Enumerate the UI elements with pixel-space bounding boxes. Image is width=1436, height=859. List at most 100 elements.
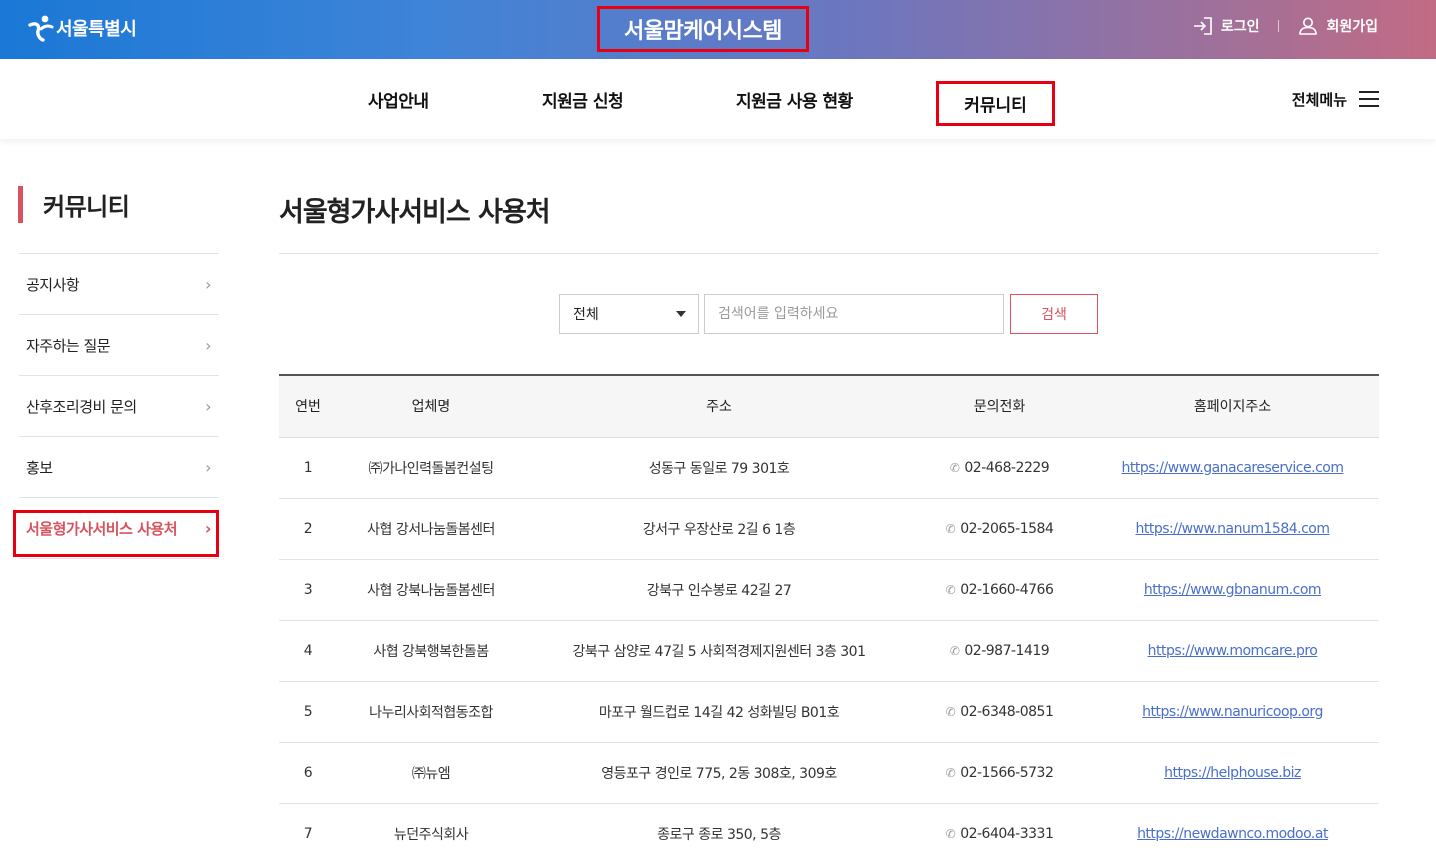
cell-phone: ✆ 02-468-2229 xyxy=(913,437,1086,499)
top-banner: 서울특별시 서울맘케어시스템 로그인 회원가입 xyxy=(0,0,1436,59)
cell-phone: ✆ 02-6348-0851 xyxy=(913,681,1086,743)
cell-homepage: https://www.gbnanum.com xyxy=(1086,559,1379,621)
cell-address: 강북구 인수봉로 42길 27 xyxy=(525,559,913,621)
cell-phone: ✆ 02-1566-5732 xyxy=(913,742,1086,804)
active-item-highlight xyxy=(13,510,219,557)
table-row: 6 ㈜뉴엠 영등포구 경인로 775, 2동 308호, 309호 ✆ 02-15… xyxy=(279,742,1379,804)
phone-number: 02-6348-0851 xyxy=(960,703,1054,720)
homepage-link[interactable]: https://www.gbnanum.com xyxy=(1144,582,1322,598)
gnb-item-community[interactable]: 커뮤니티 xyxy=(936,81,1055,126)
search-input[interactable] xyxy=(704,294,1004,334)
homepage-link[interactable]: https://www.momcare.pro xyxy=(1148,643,1318,659)
cell-name: 뉴던주식회사 xyxy=(337,803,525,859)
side-item-faq[interactable]: 자주하는 질문 › xyxy=(19,315,219,376)
cell-name: 사협 강북나눔돌봄센터 xyxy=(337,559,525,621)
system-title[interactable]: 서울맘케어시스템 xyxy=(597,6,809,52)
column-header-address: 주소 xyxy=(525,375,913,438)
all-menu-button[interactable]: 전체메뉴 xyxy=(1292,59,1379,139)
side-item-promotion[interactable]: 홍보 › xyxy=(19,437,219,498)
cell-homepage: https://www.momcare.pro xyxy=(1086,620,1379,682)
lnb-title: 커뮤니티 xyxy=(18,186,130,223)
homepage-link[interactable]: https://www.nanuricoop.org xyxy=(1142,704,1323,720)
cell-name: ㈜뉴엠 xyxy=(337,742,525,804)
chevron-right-icon: › xyxy=(205,396,211,416)
seoul-logo[interactable]: 서울특별시 xyxy=(28,12,137,44)
gnb-item-subsidy-apply[interactable]: 지원금 신청 xyxy=(542,59,624,139)
signup-link[interactable]: 회원가입 xyxy=(1298,16,1378,36)
phone-number: 02-2065-1584 xyxy=(960,520,1054,537)
search-category-value: 전체 xyxy=(573,307,599,323)
cell-no: 4 xyxy=(279,620,337,682)
gnb-item-subsidy-usage[interactable]: 지원금 사용 현황 xyxy=(736,59,853,139)
cell-phone: ✆ 02-1660-4766 xyxy=(913,559,1086,621)
cell-no: 3 xyxy=(279,559,337,621)
login-link[interactable]: 로그인 xyxy=(1193,16,1260,36)
top-links: 로그인 회원가입 xyxy=(1193,16,1378,36)
phone-number: 02-1660-4766 xyxy=(960,581,1054,598)
table-row: 2 사협 강서나눔돌봄센터 강서구 우장산로 2길 6 1층 ✆ 02-2065-… xyxy=(279,498,1379,560)
cell-no: 6 xyxy=(279,742,337,804)
chevron-right-icon: › xyxy=(205,457,211,477)
cell-address: 강서구 우장산로 2길 6 1층 xyxy=(525,498,913,560)
table-row: 3 사협 강북나눔돌봄센터 강북구 인수봉로 42길 27 ✆ 02-1660-4… xyxy=(279,559,1379,621)
homepage-link[interactable]: https://newdawnco.modoo.at xyxy=(1137,826,1328,842)
table-row: 7 뉴던주식회사 종로구 종로 350, 5층 ✆ 02-6404-3331 ht… xyxy=(279,803,1379,859)
phone-icon: ✆ xyxy=(945,826,956,841)
column-header-phone: 문의전화 xyxy=(913,375,1086,438)
login-label: 로그인 xyxy=(1220,19,1260,35)
table-row: 4 사협 강북행복한돌봄 강북구 삼양로 47길 5 사회적경제지원센터 3층 … xyxy=(279,620,1379,682)
cell-phone: ✆ 02-987-1419 xyxy=(913,620,1086,682)
signup-label: 회원가입 xyxy=(1326,19,1378,35)
seoul-logo-icon xyxy=(28,15,54,42)
chevron-right-icon: › xyxy=(205,335,211,355)
search-category-select[interactable]: 전체 xyxy=(559,294,699,334)
cell-no: 7 xyxy=(279,803,337,859)
hamburger-icon xyxy=(1359,91,1379,107)
divider xyxy=(1278,20,1280,32)
cell-address: 성동구 동일로 79 301호 xyxy=(525,437,913,499)
all-menu-label: 전체메뉴 xyxy=(1291,90,1347,109)
side-item-label: 공지사항 xyxy=(26,275,80,294)
cell-homepage: https://www.ganacareservice.com xyxy=(1086,437,1379,499)
login-icon xyxy=(1193,17,1212,35)
cell-no: 2 xyxy=(279,498,337,560)
caret-down-icon xyxy=(676,311,686,317)
main-navigation: 사업안내 지원금 신청 지원금 사용 현황 커뮤니티 전체메뉴 xyxy=(0,59,1436,139)
cell-address: 마포구 월드컵로 14길 42 성화빌딩 B01호 xyxy=(525,681,913,743)
side-item-label: 산후조리경비 문의 xyxy=(26,397,137,416)
cell-homepage: https://www.nanuricoop.org xyxy=(1086,681,1379,743)
page-title: 서울형가사서비스 사용처 xyxy=(279,197,551,228)
phone-icon: ✆ xyxy=(945,765,956,780)
cell-homepage: https://newdawnco.modoo.at xyxy=(1086,803,1379,859)
column-header-no: 연번 xyxy=(279,375,337,438)
gnb-item-business-info[interactable]: 사업안내 xyxy=(368,59,429,139)
phone-number: 02-468-2229 xyxy=(964,459,1050,476)
homepage-link[interactable]: https://helphouse.biz xyxy=(1164,765,1301,781)
providers-table: 연번 업체명 주소 문의전화 홈페이지주소 1 ㈜가나인력돌봄컨설팅 성동구 동… xyxy=(279,374,1379,859)
side-item-notice[interactable]: 공지사항 › xyxy=(19,254,219,315)
side-item-label: 홍보 xyxy=(26,458,53,477)
divider xyxy=(279,253,1379,254)
cell-phone: ✆ 02-2065-1584 xyxy=(913,498,1086,560)
cell-name: ㈜가나인력돌봄컨설팅 xyxy=(337,437,525,499)
cell-address: 영등포구 경인로 775, 2동 308호, 309호 xyxy=(525,742,913,804)
homepage-link[interactable]: https://www.nanum1584.com xyxy=(1135,521,1330,537)
column-header-name: 업체명 xyxy=(337,375,525,438)
phone-icon: ✆ xyxy=(949,460,960,475)
logo-text: 서울특별시 xyxy=(56,19,137,40)
cell-phone: ✆ 02-6404-3331 xyxy=(913,803,1086,859)
homepage-link[interactable]: https://www.ganacareservice.com xyxy=(1122,460,1344,476)
cell-no: 1 xyxy=(279,437,337,499)
side-item-label: 자주하는 질문 xyxy=(26,336,111,355)
search-button[interactable]: 검색 xyxy=(1010,294,1098,334)
phone-icon: ✆ xyxy=(945,704,956,719)
phone-icon: ✆ xyxy=(949,643,960,658)
cell-no: 5 xyxy=(279,681,337,743)
cell-name: 사협 강북행복한돌봄 xyxy=(337,620,525,682)
chevron-right-icon: › xyxy=(205,274,211,294)
user-icon xyxy=(1299,17,1318,35)
cell-name: 나누리사회적협동조합 xyxy=(337,681,525,743)
table-row: 1 ㈜가나인력돌봄컨설팅 성동구 동일로 79 301호 ✆ 02-468-222… xyxy=(279,437,1379,499)
side-item-postnatal-inquiry[interactable]: 산후조리경비 문의 › xyxy=(19,376,219,437)
phone-icon: ✆ xyxy=(945,521,956,536)
